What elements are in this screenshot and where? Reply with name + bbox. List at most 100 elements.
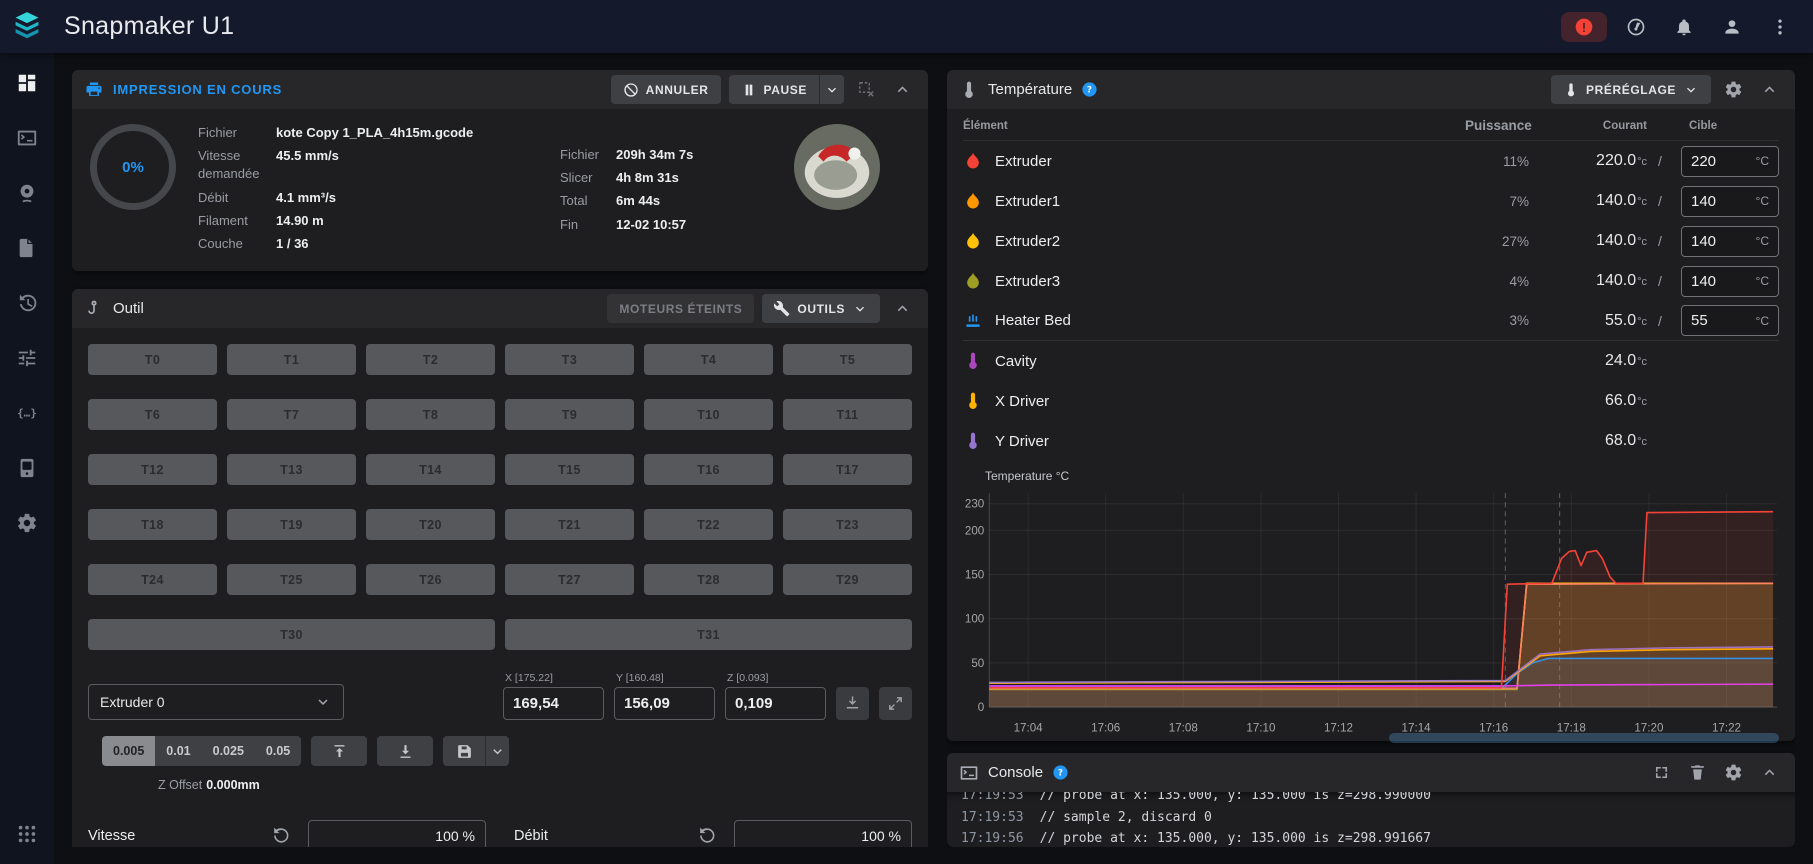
menu-button[interactable] <box>1761 8 1799 46</box>
sidebar-item-apps[interactable] <box>5 812 49 856</box>
z-step-button-0-01[interactable]: 0.01 <box>155 736 202 767</box>
expand-move-button[interactable] <box>879 687 912 721</box>
tool-button-t21[interactable]: T21 <box>505 509 634 541</box>
console-clear-button[interactable] <box>1683 759 1711 787</box>
target-input-extruder[interactable]: °C <box>1681 145 1779 177</box>
tool-button-t29[interactable]: T29 <box>783 564 912 596</box>
target-input-heater-bed[interactable]: °C <box>1681 305 1779 336</box>
flow-value[interactable]: 100 % <box>734 820 912 847</box>
pause-options-button[interactable] <box>819 75 844 104</box>
tool-button-t22[interactable]: T22 <box>644 509 773 541</box>
chart-scrollbar[interactable] <box>1388 733 1779 744</box>
tool-button-t12[interactable]: T12 <box>88 454 217 486</box>
speed-reset-button[interactable] <box>266 822 294 847</box>
target-value[interactable] <box>1691 272 1756 290</box>
emergency-stop-button[interactable] <box>1561 11 1607 42</box>
z-probe-button[interactable] <box>836 687 869 721</box>
sensor-name[interactable]: Extruder2 <box>995 233 1465 250</box>
tool-button-t27[interactable]: T27 <box>505 564 634 596</box>
cancel-print-button[interactable]: ANNULER <box>610 75 721 104</box>
tool-button-t8[interactable]: T8 <box>366 399 495 431</box>
console-log[interactable]: 17:19:53 // probe at x: 135.000, y: 135.0… <box>947 792 1795 847</box>
tool-button-t4[interactable]: T4 <box>644 344 773 376</box>
z-step-button-0-05[interactable]: 0.05 <box>254 736 302 767</box>
sidebar-item-gcode-files[interactable] <box>5 226 49 270</box>
preset-button[interactable]: PRÉRÉGLAGE <box>1550 75 1711 104</box>
tool-button-t0[interactable]: T0 <box>88 344 217 376</box>
sidebar-item-webcam[interactable] <box>5 171 49 215</box>
sensor-name[interactable]: Cavity <box>995 353 1465 370</box>
tool-button-t9[interactable]: T9 <box>505 399 634 431</box>
sidebar-item-machine[interactable] <box>5 446 49 490</box>
sensor-name[interactable]: X Driver <box>995 393 1465 410</box>
collapse-temperature-panel-button[interactable] <box>1755 76 1783 104</box>
console-settings-button[interactable] <box>1719 759 1747 787</box>
collapse-tool-panel-button[interactable] <box>888 295 916 323</box>
exclude-object-button[interactable] <box>852 76 880 104</box>
sidebar-item-macros[interactable]: {…} <box>5 391 49 435</box>
snapmaker-logo[interactable] <box>0 11 54 43</box>
tools-menu-button[interactable]: OUTILS <box>762 294 880 324</box>
collapse-console-panel-button[interactable] <box>1755 759 1783 787</box>
tool-button-t16[interactable]: T16 <box>644 454 773 486</box>
target-input-extruder2[interactable]: °C <box>1681 225 1779 257</box>
z-step-button-0-025[interactable]: 0.025 <box>201 736 255 767</box>
user-button[interactable] <box>1713 8 1751 46</box>
sidebar-item-settings[interactable] <box>5 501 49 545</box>
coord-value[interactable]: 0,109 <box>725 687 826 721</box>
tool-button-t5[interactable]: T5 <box>783 344 912 376</box>
tool-button-t13[interactable]: T13 <box>227 454 356 486</box>
tool-button-t18[interactable]: T18 <box>88 509 217 541</box>
sidebar-item-tuning[interactable] <box>5 336 49 380</box>
extruder-select[interactable]: Extruder 0 <box>88 684 344 721</box>
target-value[interactable] <box>1691 192 1756 210</box>
z-step-button-0-005[interactable]: 0.005 <box>102 736 156 767</box>
temperature-settings-button[interactable] <box>1719 76 1747 104</box>
tool-button-t28[interactable]: T28 <box>644 564 773 596</box>
flow-reset-button[interactable] <box>692 822 720 847</box>
tool-button-t26[interactable]: T26 <box>366 564 495 596</box>
coord-value[interactable]: 169,54 <box>503 687 604 721</box>
sensor-name[interactable]: Extruder3 <box>995 273 1465 290</box>
tool-button-t19[interactable]: T19 <box>227 509 356 541</box>
speed-value[interactable]: 100 % <box>308 820 486 847</box>
tool-button-t1[interactable]: T1 <box>227 344 356 376</box>
help-icon[interactable]: ? <box>1052 764 1069 781</box>
tool-button-t25[interactable]: T25 <box>227 564 356 596</box>
tool-button-t30[interactable]: T30 <box>88 619 495 651</box>
temperature-chart[interactable]: 0 50 100 150 200 230 17:04 17:06 17:08 17:10 17:12… <box>959 485 1783 737</box>
tool-button-t7[interactable]: T7 <box>227 399 356 431</box>
target-input-extruder3[interactable]: °C <box>1681 265 1779 297</box>
sidebar-item-history[interactable] <box>5 281 49 325</box>
target-input-extruder1[interactable]: °C <box>1681 185 1779 217</box>
z-down-button[interactable] <box>377 736 434 767</box>
tool-button-t15[interactable]: T15 <box>505 454 634 486</box>
target-value[interactable] <box>1691 232 1756 250</box>
sidebar-item-console[interactable] <box>5 116 49 160</box>
save-zoffset-button[interactable] <box>443 736 486 767</box>
sensor-name[interactable]: Extruder <box>995 153 1465 170</box>
target-value[interactable] <box>1691 312 1756 329</box>
tool-button-t17[interactable]: T17 <box>783 454 912 486</box>
tool-button-t6[interactable]: T6 <box>88 399 217 431</box>
coord-value[interactable]: 156,09 <box>614 687 715 721</box>
tool-button-t14[interactable]: T14 <box>366 454 495 486</box>
sensor-name[interactable]: Y Driver <box>995 433 1465 450</box>
sensor-name[interactable]: Heater Bed <box>995 312 1465 329</box>
target-value[interactable] <box>1691 152 1756 170</box>
tool-button-t23[interactable]: T23 <box>783 509 912 541</box>
tool-button-t3[interactable]: T3 <box>505 344 634 376</box>
tool-button-t20[interactable]: T20 <box>366 509 495 541</box>
tool-button-t31[interactable]: T31 <box>505 619 912 651</box>
motors-off-button[interactable]: MOTEURS ÉTEINTS <box>607 294 755 324</box>
z-up-button[interactable] <box>311 736 368 767</box>
collapse-print-panel-button[interactable] <box>888 76 916 104</box>
tool-button-t2[interactable]: T2 <box>366 344 495 376</box>
save-zoffset-options-button[interactable] <box>485 736 510 767</box>
tool-button-t10[interactable]: T10 <box>644 399 773 431</box>
diagnostics-button[interactable] <box>1617 8 1655 46</box>
tool-button-t11[interactable]: T11 <box>783 399 912 431</box>
tool-button-t24[interactable]: T24 <box>88 564 217 596</box>
console-fullscreen-button[interactable] <box>1647 759 1675 787</box>
notifications-button[interactable] <box>1665 8 1703 46</box>
